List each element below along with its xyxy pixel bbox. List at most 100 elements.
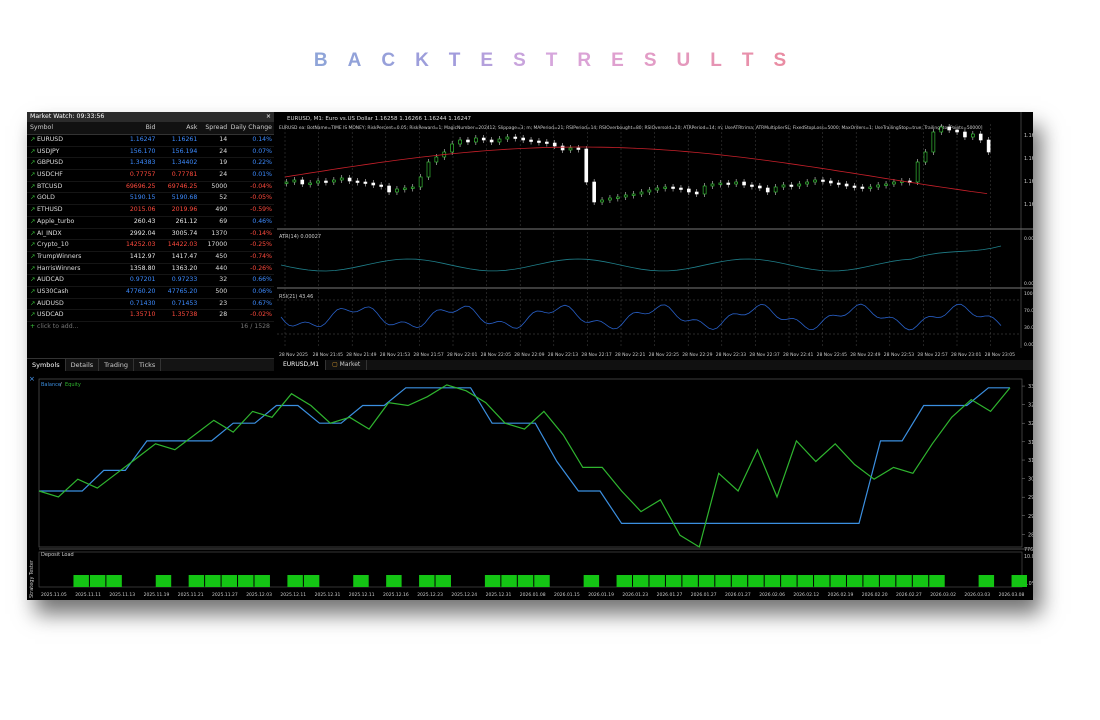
bid-cell: 47760.20 [125,287,156,295]
symbol-cell: ↗ AUDUSD [27,299,116,310]
title-letter: B [313,50,328,71]
candle-body [892,181,896,185]
candle-body [608,197,612,201]
market-watch-row[interactable]: ↗ TrumpWinners 1412.97 1417.47 450 -0.74% [27,252,274,264]
time-axis-label: 28 Nov 23:01 [951,352,981,358]
candle-body [403,187,407,190]
time-axis-label: 28 Nov 21:49 [346,352,376,358]
market-watch-row[interactable]: ↗ GBPUSD 1.34383 1.34402 19 0.22% [27,158,274,171]
tab-market[interactable]: ▢ Market [326,360,368,370]
spread-cell: 24 [219,147,228,155]
balance-equity-chart[interactable]: × Strategy Tester Balance / Equity 335.6 329… [27,373,1033,600]
candle-body [474,137,478,143]
time-axis-label: 28 Nov 22:29 [682,352,712,358]
legend-equity: Equity [65,382,81,388]
tab-ticks[interactable]: Ticks [134,359,162,371]
y-axis-label: 291.6 [1028,514,1033,520]
ask-cell: 5190.68 [171,194,198,202]
candle-body [939,126,944,133]
symbol-name: AUDUSD [37,299,64,307]
market-watch-tabs: Symbols Details Trading Ticks [27,358,274,371]
deposit-load-bar [896,575,912,587]
deposit-load-bar [517,575,534,587]
candle-body [363,181,368,184]
market-watch-row[interactable]: ↗ Apple_turbo 260.43 261.12 69 0.46% [27,217,274,229]
column-header-symbol[interactable]: Symbol [27,122,116,134]
deposit-load-bar [221,575,238,587]
spread-cell: 490 [215,206,228,214]
add-symbol-row[interactable]: + click to add... 16 / 1528 [27,322,274,332]
candle-body [466,139,470,143]
deposit-load-bar [89,575,106,587]
candle-body [458,139,462,145]
candle-body [844,183,849,187]
market-watch-row[interactable]: ↗ Crypto_10 14252.03 14422.03 17000 -0.25% [27,240,274,252]
bid-cell: 0.97201 [129,276,156,284]
market-watch-row[interactable]: ↗ USDCHF 0.77757 0.77781 24 0.01% [27,170,274,182]
market-watch-row[interactable]: ↗ HarrisWinners 1358.80 1363.20 440 -0.26% [27,264,274,276]
ask-cell: 1417.47 [171,252,198,260]
candle-body [647,189,652,193]
symbol-count: 16 / 1528 [240,323,270,330]
title-letter: L [710,50,722,71]
folder-icon: ▢ [332,361,340,368]
tab-trading[interactable]: Trading [99,359,135,371]
bid-cell: 14252.03 [125,241,156,249]
ask-cell: 0.97233 [171,276,198,284]
strategy-tester-label: Strategy Tester [29,559,35,598]
symbol-cell: ↗ USDCAD [27,310,116,321]
market-watch-row[interactable]: ↗ AUDUSD 0.71430 0.71453 23 0.67% [27,299,274,311]
candle-body [347,177,352,182]
daily-change-cell: -0.02% [250,311,272,319]
market-watch-row[interactable]: ↗ ETHUSD 2015.06 2019.96 490 -0.59% [27,205,274,217]
candle-body [781,184,786,188]
price-chart[interactable]: EURUSD, M1: Euro vs.US Dollar 1.16258 1.… [277,112,1033,360]
tab-symbols[interactable]: Symbols [27,359,66,371]
date-axis-label: 2026.01.19 [588,592,614,598]
market-watch-row[interactable]: ↗ GOLD 5190.15 5190.68 52 -0.05% [27,193,274,206]
title-letter: E [480,50,494,71]
spread-cell: 23 [219,299,228,307]
candle-body [860,186,865,189]
bid-cell: 1.16247 [129,136,156,143]
column-header-ask[interactable]: Ask [155,122,197,134]
column-header-daily-change[interactable]: Daily Change [227,122,274,134]
column-header-bid[interactable]: Bid [116,122,156,134]
deposit-load-bar [616,575,633,587]
bid-cell: 1412.97 [129,252,156,260]
trend-arrow-icon: ↗ [30,171,36,179]
market-watch-row[interactable]: ↗ USDJPY 156.170 156.194 24 0.07% [27,147,274,159]
deposit-load-bar [929,575,945,587]
tab-eurusd-m1[interactable]: EURUSD,M1 [277,360,327,370]
column-header-spread[interactable]: Spread [197,122,227,134]
market-watch-row[interactable]: ↗ EURUSD 1.16247 1.16261 14 0.14% [27,135,274,147]
market-watch-row[interactable]: ↗ BTCUSD 69696.25 69746.25 5000 -0.04% [27,182,274,194]
candle-body [600,199,604,203]
time-axis-label: 28 Nov 22:25 [649,352,679,358]
date-axis-label: 2026.02.06 [759,592,785,598]
candle-body [947,126,951,131]
deposit-load-bar [287,575,303,587]
close-icon[interactable]: × [29,375,35,383]
candle-body [655,187,660,191]
candle-body [410,186,415,189]
bid-cell: 0.77757 [129,171,156,179]
candle-body [702,185,707,195]
deposit-load-bar [912,575,929,587]
trend-arrow-icon: ↗ [30,159,36,167]
market-watch-row[interactable]: ↗ AI_INDX 2992.04 3005.74 1370 -0.14% [27,229,274,241]
candle-body [481,137,486,141]
add-symbol-label: click to add... [37,323,79,330]
market-watch-row[interactable]: ↗ USDCAD 1.35710 1.35738 28 -0.02% [27,310,274,322]
price-chart-panel[interactable]: EURUSD, M1: Euro vs.US Dollar 1.16258 1.… [277,112,1033,370]
title-letter: C [381,50,396,71]
date-axis-label: 2025.12.31 [315,592,341,598]
market-watch-row[interactable]: ↗ US30Cash 47760.20 47765.20 500 0.06% [27,287,274,299]
close-icon[interactable]: × [266,112,271,122]
chart-header: EURUSD, M1: Euro vs.US Dollar 1.16258 1.… [287,116,472,122]
tab-details[interactable]: Details [66,359,100,371]
spread-cell: 52 [219,194,228,202]
date-axis-label: 2026.03.03 [964,592,990,598]
spread-cell: 1370 [211,229,228,237]
market-watch-row[interactable]: ↗ AUDCAD 0.97201 0.97233 32 0.66% [27,275,274,287]
